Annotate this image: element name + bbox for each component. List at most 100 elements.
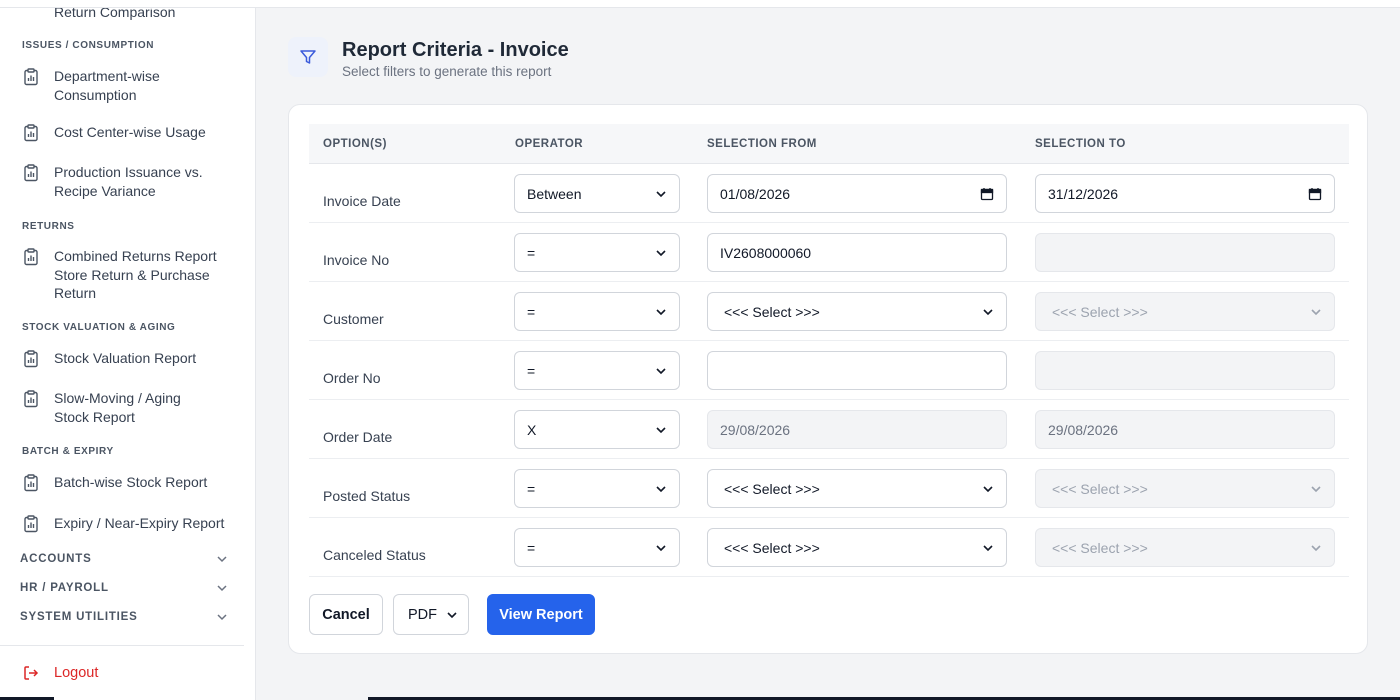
option-label: Order No — [323, 370, 381, 386]
canceled-status-from-select[interactable]: <<< Select >>> — [707, 528, 1007, 567]
chevron-down-icon — [1311, 308, 1321, 315]
table-row: Customer = <<< Select >>> <<< Select >>> — [309, 282, 1349, 341]
chevron-down-icon — [656, 485, 666, 492]
sidebar-item-label: Expiry / Near-Expiry Report — [54, 515, 225, 531]
section-issues-consumption: ISSUES / CONSUMPTION — [22, 40, 155, 51]
section-batch-expiry: BATCH & EXPIRY — [22, 446, 114, 457]
sidebar-group-hr-payroll[interactable]: HR / PAYROLL — [20, 582, 228, 594]
sidebar-group-label: HR / PAYROLL — [20, 582, 109, 594]
column-header-selection-to: SELECTION TO — [1035, 138, 1126, 150]
order-date-from-value: 29/08/2026 — [720, 421, 791, 438]
option-label: Posted Status — [323, 488, 411, 504]
report-icon — [24, 248, 38, 266]
criteria-card: OPTION(S) OPERATOR SELECTION FROM SELECT… — [288, 104, 1368, 654]
operator-select[interactable]: = — [514, 351, 680, 390]
date-from-input[interactable]: 01/08/2026 — [707, 174, 1007, 213]
invoice-no-to-input — [1035, 233, 1335, 272]
operator-select[interactable]: = — [514, 469, 680, 508]
filter-icon — [288, 37, 328, 77]
sidebar-item-label: Combined Returns Report Store Return & P… — [54, 248, 217, 301]
top-bar — [0, 0, 1400, 8]
column-header-operator: OPERATOR — [515, 138, 584, 150]
operator-select[interactable]: = — [514, 233, 680, 272]
report-icon — [24, 164, 38, 182]
sidebar-group-system-utilities[interactable]: SYSTEM UTILITIES — [20, 611, 228, 623]
sidebar-item-combined-returns[interactable]: Combined Returns Report Store Return & P… — [22, 247, 232, 303]
sidebar-group-label: SYSTEM UTILITIES — [20, 611, 138, 623]
sidebar-item-label: Stock Valuation Report — [54, 350, 197, 366]
date-to-input[interactable]: 31/12/2026 — [1035, 174, 1335, 213]
table-header: OPTION(S) OPERATOR SELECTION FROM SELECT… — [309, 124, 1349, 164]
sidebar-item-label: Cost Center-wise Usage — [54, 124, 206, 140]
sidebar-item-label: Department-wise Consumption — [54, 68, 160, 103]
logout-icon — [24, 666, 39, 680]
table-row: Invoice No = IV2608000060 — [309, 223, 1349, 282]
operator-select[interactable]: X — [514, 410, 680, 449]
operator-select[interactable]: = — [514, 292, 680, 331]
order-date-to-input: 29/08/2026 — [1035, 410, 1335, 449]
customer-from-select[interactable]: <<< Select >>> — [707, 292, 1007, 331]
operator-value: = — [527, 362, 536, 379]
date-from-value: 01/08/2026 — [720, 185, 791, 202]
option-label: Invoice Date — [323, 193, 401, 209]
table-row: Order Date X 29/08/2026 29/08/2026 — [309, 400, 1349, 459]
column-header-selection-from: SELECTION FROM — [707, 138, 817, 150]
option-label: Invoice No — [323, 252, 390, 268]
sidebar: Return Comparison ISSUES / CONSUMPTION D… — [0, 0, 256, 700]
cancel-button[interactable]: Cancel — [309, 594, 383, 635]
chevron-down-icon — [983, 308, 993, 315]
calendar-icon[interactable] — [1308, 187, 1322, 201]
chevron-down-icon — [1311, 544, 1321, 551]
date-to-value: 31/12/2026 — [1048, 185, 1119, 202]
sidebar-item-slow-moving-aging[interactable]: Slow-Moving / Aging Stock Report — [22, 389, 232, 426]
posted-status-from-select[interactable]: <<< Select >>> — [707, 469, 1007, 508]
canceled-status-to-value: <<< Select >>> — [1052, 539, 1148, 556]
chevron-down-icon — [217, 585, 227, 592]
customer-from-value: <<< Select >>> — [724, 303, 820, 320]
section-returns: RETURNS — [22, 221, 75, 232]
chevron-down-icon — [656, 190, 666, 197]
sidebar-item-cost-center-usage[interactable]: Cost Center-wise Usage — [22, 123, 232, 142]
sidebar-item-batch-stock[interactable]: Batch-wise Stock Report — [22, 473, 232, 492]
logout-label: Logout — [54, 665, 99, 681]
invoice-no-from-input[interactable]: IV2608000060 — [707, 233, 1007, 272]
operator-select[interactable]: Between — [514, 174, 680, 213]
order-date-to-value: 29/08/2026 — [1048, 421, 1119, 438]
posted-status-to-value: <<< Select >>> — [1052, 480, 1148, 497]
chevron-down-icon — [656, 367, 666, 374]
logout-button[interactable]: Logout — [22, 664, 98, 682]
option-label: Order Date — [323, 429, 393, 445]
sidebar-item-production-issuance[interactable]: Production Issuance vs. Recipe Variance — [22, 163, 232, 200]
view-report-button[interactable]: View Report — [487, 594, 595, 635]
format-select[interactable]: PDF — [393, 594, 469, 635]
sidebar-item-expiry-report[interactable]: Expiry / Near-Expiry Report — [22, 514, 232, 533]
operator-value: Between — [527, 185, 582, 202]
report-icon — [24, 515, 38, 533]
column-header-options: OPTION(S) — [323, 138, 387, 150]
option-label: Customer — [323, 311, 384, 327]
report-icon — [24, 350, 38, 368]
table-row: Posted Status = <<< Select >>> <<< Selec… — [309, 459, 1349, 518]
table-row: Order No = — [309, 341, 1349, 400]
customer-to-select: <<< Select >>> — [1035, 292, 1335, 331]
calendar-icon[interactable] — [980, 187, 994, 201]
canceled-status-from-value: <<< Select >>> — [724, 539, 820, 556]
order-no-to-input — [1035, 351, 1335, 390]
chevron-down-icon — [656, 426, 666, 433]
posted-status-from-value: <<< Select >>> — [724, 480, 820, 497]
table-row: Invoice Date Between 01/08/2026 31/12/20… — [309, 164, 1349, 223]
sidebar-item-stock-valuation[interactable]: Stock Valuation Report — [22, 349, 232, 368]
chevron-down-icon — [217, 556, 227, 563]
chevron-down-icon — [983, 485, 993, 492]
order-no-from-input[interactable] — [707, 351, 1007, 390]
chevron-down-icon — [447, 611, 457, 618]
operator-value: = — [527, 303, 536, 320]
sidebar-item-label: Production Issuance vs. Recipe Variance — [54, 164, 203, 199]
sidebar-group-accounts[interactable]: ACCOUNTS — [20, 553, 228, 565]
sidebar-item-department-consumption[interactable]: Department-wise Consumption — [22, 67, 232, 104]
report-header: Report Criteria - Invoice Select filters… — [288, 37, 569, 79]
page-subtitle: Select filters to generate this report — [342, 64, 552, 79]
option-label: Canceled Status — [323, 547, 426, 563]
operator-value: X — [527, 421, 537, 438]
operator-select[interactable]: = — [514, 528, 680, 567]
